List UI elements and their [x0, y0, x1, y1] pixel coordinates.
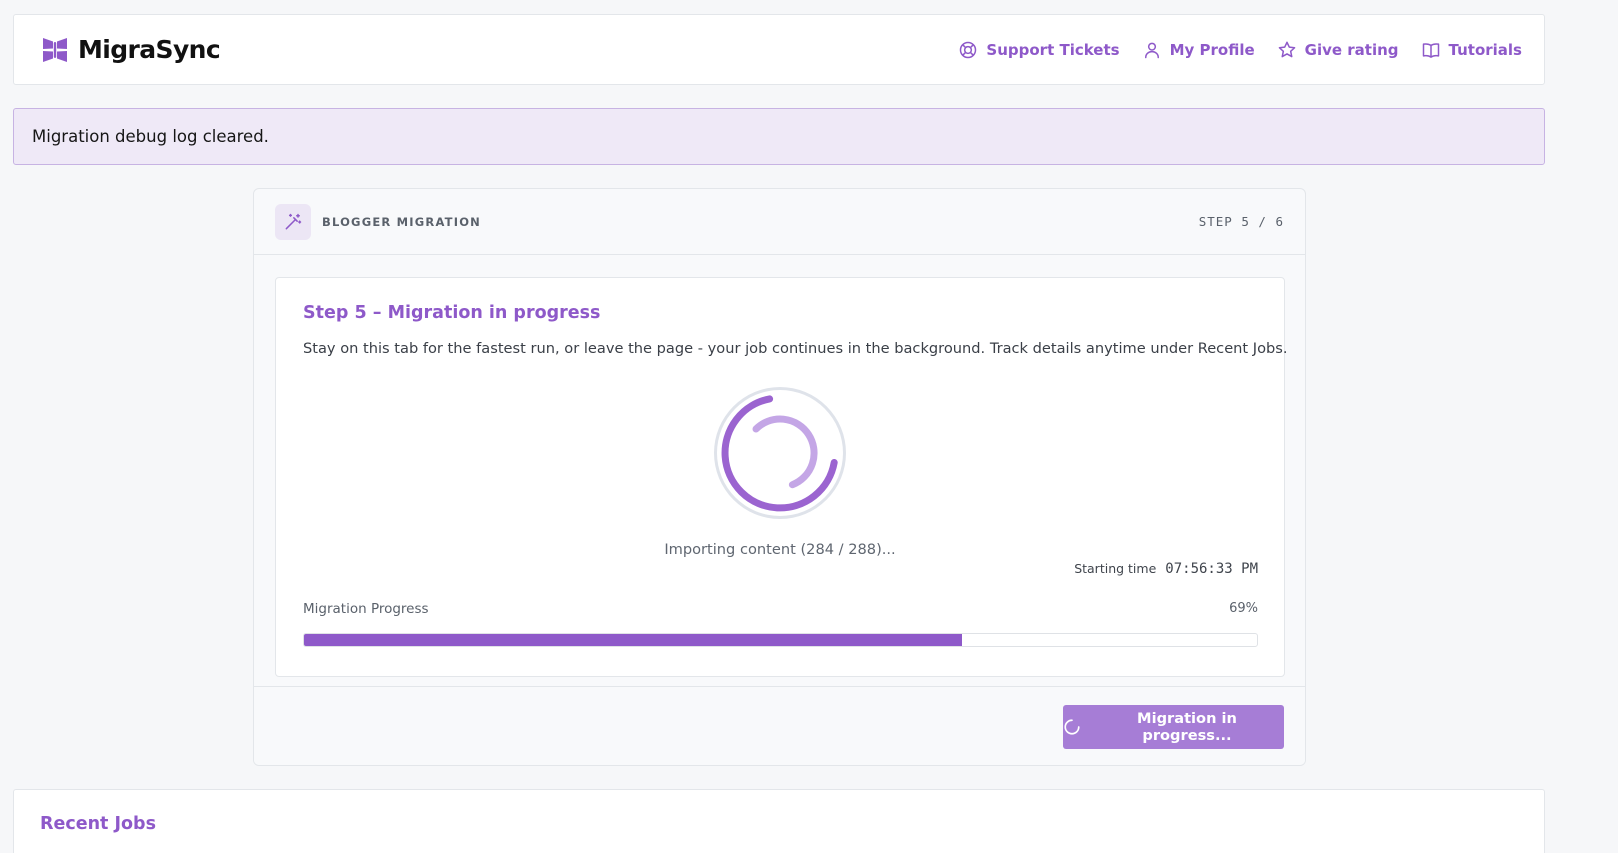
nav-my-profile[interactable]: My Profile — [1142, 40, 1255, 60]
loading-spinner-icon — [1064, 719, 1080, 735]
progress-bar — [303, 633, 1258, 647]
notice-banner: Migration debug log cleared. — [13, 108, 1545, 165]
starting-time-row: Starting time 07:56:33 PM — [1074, 561, 1258, 577]
star-icon — [1278, 41, 1295, 57]
lifebuoy-icon — [960, 41, 977, 58]
step-description: Stay on this tab for the fastest run, or… — [303, 340, 1288, 357]
book-icon — [1422, 42, 1439, 58]
brand[interactable]: MigraSync — [40, 35, 221, 65]
wizard-footer: Migration in progress... — [254, 686, 1305, 765]
recent-jobs-panel: Recent Jobs — [13, 789, 1545, 853]
brand-name: MigraSync — [78, 35, 221, 64]
migration-wizard-card: BLOGGER MIGRATION STEP 5 / 6 Step 5 – Mi… — [253, 188, 1306, 766]
nav-support-tickets[interactable]: Support Tickets — [958, 40, 1120, 60]
nav-label: My Profile — [1169, 40, 1255, 59]
progress-percent: 69% — [1229, 601, 1258, 616]
progress-bar-fill — [304, 634, 962, 646]
button-label: Migration in progress... — [1137, 710, 1237, 744]
start-time-label: Starting time — [1074, 561, 1157, 576]
progress-panel: Step 5 – Migration in progress Stay on t… — [275, 277, 1288, 677]
top-header: MigraSync Support Tickets My Profile Giv… — [13, 14, 1545, 85]
nav-give-rating[interactable]: Give rating — [1277, 40, 1399, 60]
nav-tutorials[interactable]: Tutorials — [1421, 40, 1522, 60]
recent-jobs-title: Recent Jobs — [40, 814, 156, 834]
migration-in-progress-button[interactable]: Migration in progress... — [1063, 705, 1284, 749]
step-indicator: STEP 5 / 6 — [1198, 214, 1284, 229]
import-status: Importing content (284 / 288)... — [664, 541, 896, 558]
migration-spinner — [714, 387, 846, 519]
step-heading: Step 5 – Migration in progress — [303, 303, 601, 323]
butterfly-logo-icon — [43, 37, 67, 62]
nav-label: Tutorials — [1448, 40, 1522, 59]
progress-label: Migration Progress — [303, 601, 429, 617]
wizard-header: BLOGGER MIGRATION STEP 5 / 6 — [254, 189, 1305, 255]
start-time-value: 07:56:33 PM — [1165, 561, 1258, 577]
nav-label: Support Tickets — [986, 40, 1120, 59]
magic-wand-icon — [285, 213, 302, 229]
wizard-title: BLOGGER MIGRATION — [322, 214, 482, 229]
nav-label: Give rating — [1304, 40, 1399, 59]
notice-text: Migration debug log cleared. — [32, 127, 269, 146]
top-nav: Support Tickets My Profile Give rating T… — [958, 40, 1522, 60]
user-icon — [1144, 42, 1159, 58]
wizard-icon-box — [275, 203, 311, 240]
